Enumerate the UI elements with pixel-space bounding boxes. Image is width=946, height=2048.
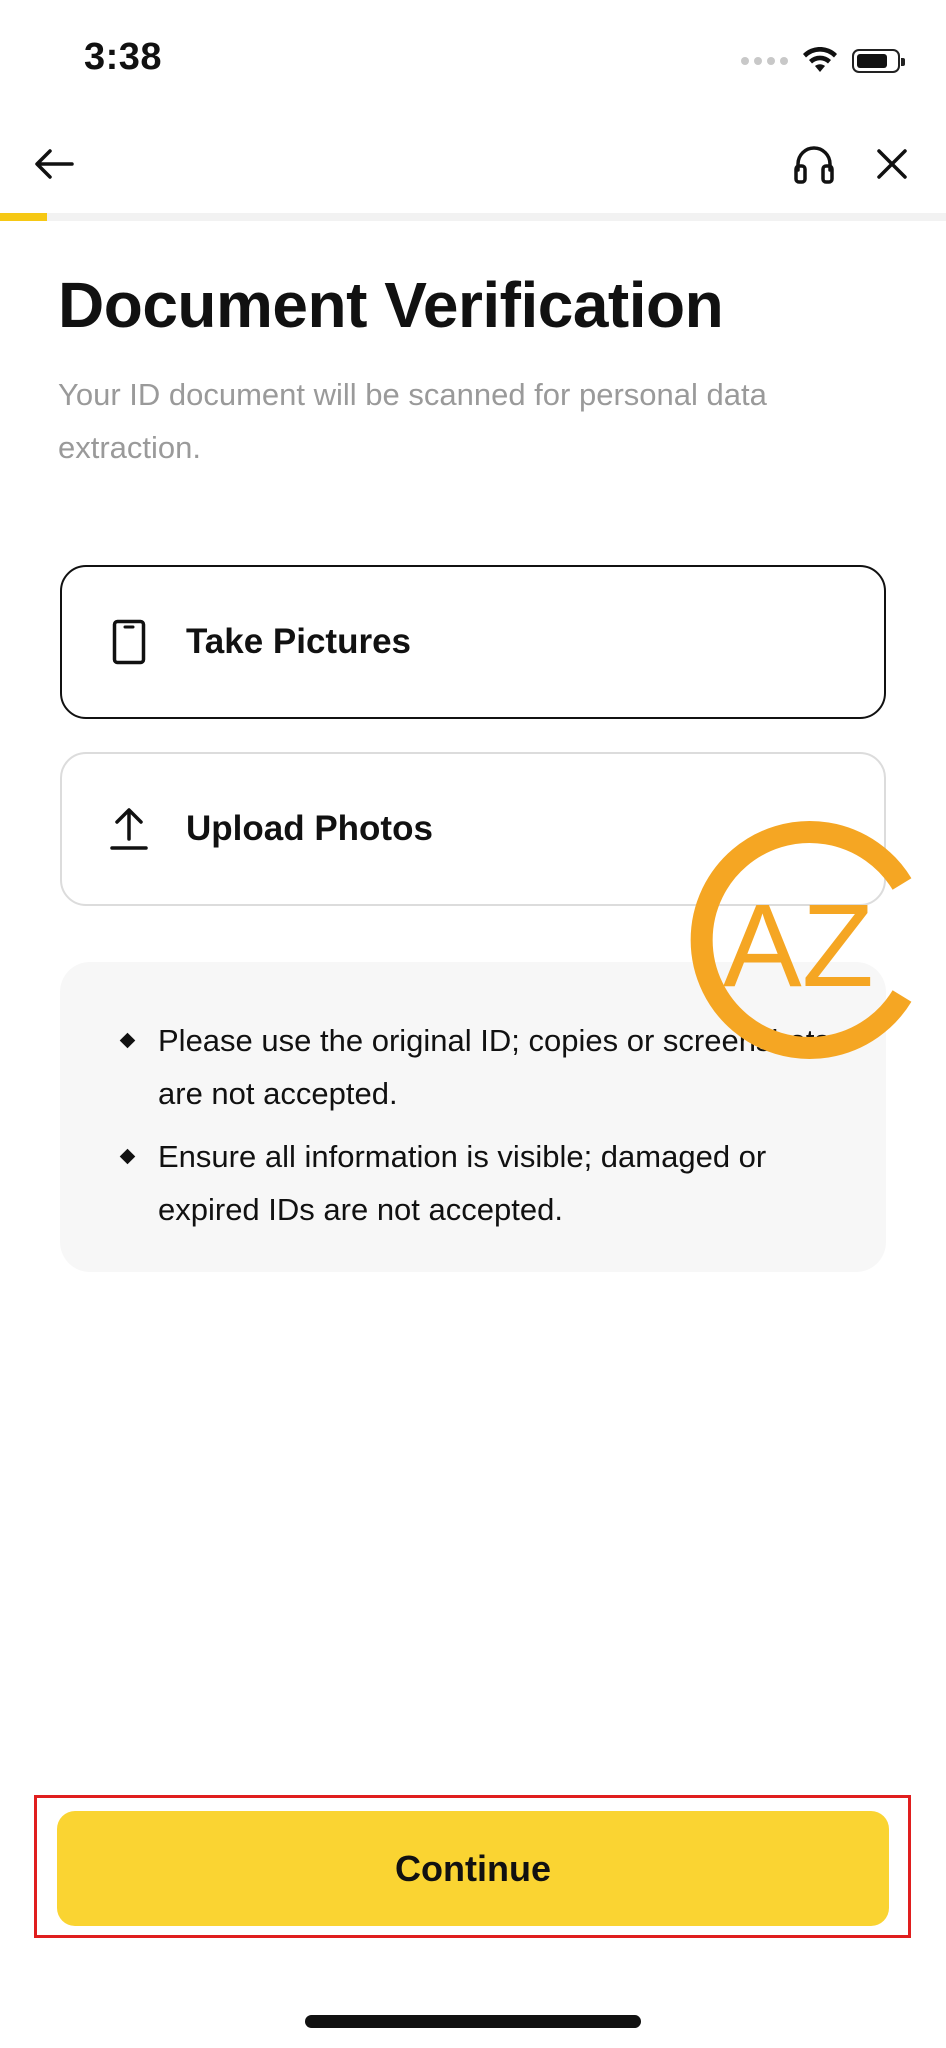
headset-icon [794,146,834,184]
close-button[interactable] [868,140,916,188]
progress-bar-fill [0,213,48,221]
upload-icon [104,804,154,854]
cellular-signal-icon [741,57,788,65]
diamond-bullet-icon [119,1032,136,1049]
progress-bar [0,213,946,221]
upload-photos-label: Upload Photos [186,809,433,848]
arrow-left-icon [35,149,74,179]
page-subtitle: Your ID document will be scanned for per… [58,377,767,465]
take-pictures-label: Take Pictures [186,622,412,661]
continue-button[interactable]: Continue [57,1811,889,1926]
info-list-item: Ensure all information is visible; damag… [119,1130,846,1236]
home-indicator[interactable] [305,2015,641,2028]
support-button[interactable] [790,138,838,190]
az-watermark-logo: AZ [690,821,912,1059]
status-time: 3:38 [84,36,163,78]
battery-icon [852,49,905,73]
navigation-bar [0,120,946,220]
diamond-bullet-icon [119,1148,136,1165]
take-pictures-option[interactable]: Take Pictures [60,565,886,719]
info-text: Ensure all information is visible; damag… [158,1139,767,1227]
back-button[interactable] [30,140,78,188]
wifi-icon [803,47,837,72]
phone-icon [104,617,154,667]
status-indicators [741,44,905,78]
status-bar: 3:38 [0,0,946,120]
close-icon [877,149,907,179]
page-title: Document Verification [58,269,724,341]
watermark-text: AZ [723,880,874,1012]
